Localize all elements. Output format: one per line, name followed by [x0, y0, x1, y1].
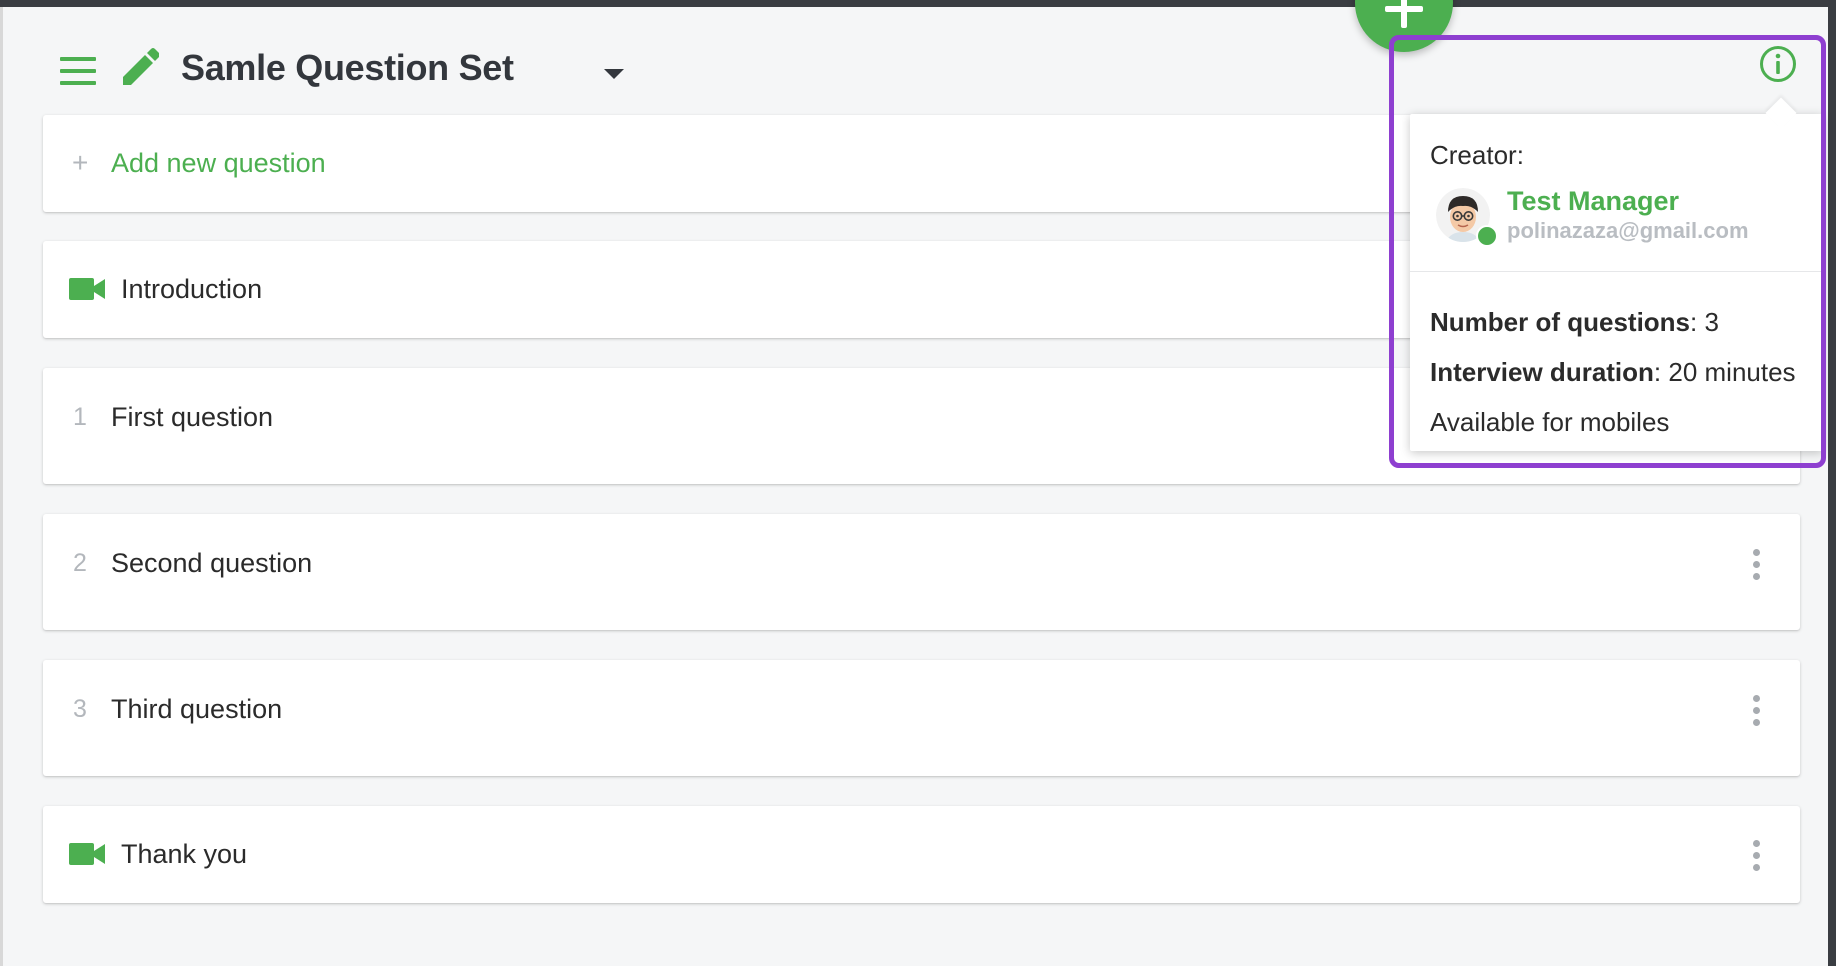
highlight-outline	[1389, 35, 1826, 468]
item-number: 3	[73, 695, 87, 723]
left-edge	[0, 7, 3, 966]
hamburger-menu-icon[interactable]	[60, 57, 96, 85]
item-number: 1	[73, 403, 87, 431]
list-item[interactable]: 2 Second question	[43, 514, 1800, 630]
more-options-icon[interactable]	[1752, 840, 1760, 872]
item-label: Second question	[111, 548, 313, 578]
more-options-icon[interactable]	[1752, 549, 1760, 581]
item-label: First question	[111, 402, 274, 432]
item-number: 2	[73, 549, 87, 577]
more-options-icon[interactable]	[1752, 695, 1760, 727]
item-label: Third question	[111, 694, 283, 724]
caret-down-icon[interactable]	[604, 69, 624, 79]
video-camera-icon	[69, 843, 105, 865]
list-item[interactable]: Thank you	[43, 806, 1800, 903]
add-question-label[interactable]: Add new question	[111, 148, 326, 179]
item-label: Thank you	[121, 839, 248, 869]
list-item[interactable]: 3 Third question	[43, 660, 1800, 776]
window-top-bar	[0, 0, 1836, 7]
video-camera-icon	[69, 278, 105, 300]
pencil-icon[interactable]	[119, 45, 159, 89]
item-label: Introduction	[121, 274, 263, 304]
page-title: Samle Question Set	[181, 47, 514, 88]
right-edge	[1828, 7, 1836, 966]
add-icon: +	[72, 147, 89, 178]
